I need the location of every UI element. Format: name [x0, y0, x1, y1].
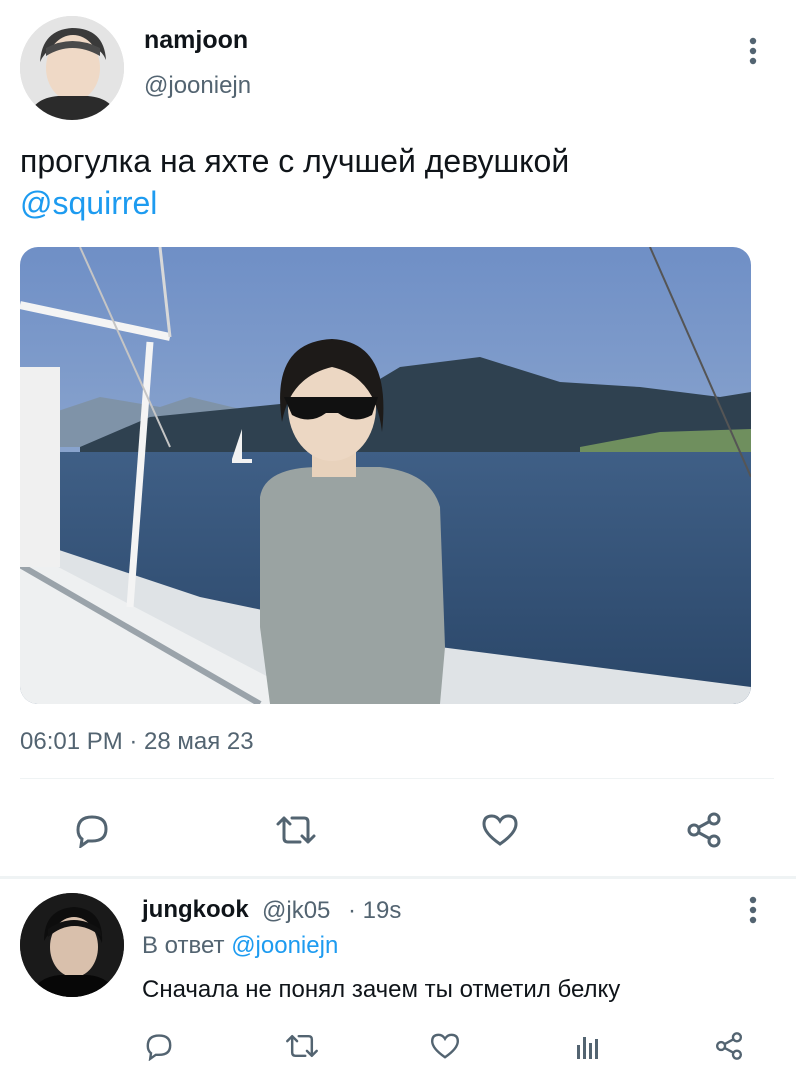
like-icon[interactable]: [426, 1028, 464, 1064]
retweet-icon[interactable]: [274, 810, 318, 850]
share-icon[interactable]: [682, 810, 726, 850]
tweet-timestamp: 06:01 PM · 28 мая 23: [20, 728, 254, 755]
author-handle[interactable]: @jooniejn: [144, 72, 251, 100]
author-name[interactable]: namjoon: [144, 26, 248, 55]
reply-prefix: В ответ: [142, 932, 225, 959]
reply-author-handle[interactable]: @jk05: [262, 897, 330, 925]
reply-text: Сначала не понял зачем ты отметил белку: [142, 976, 621, 1003]
reply-icon[interactable]: [140, 1028, 178, 1064]
reply-author-name[interactable]: jungkook: [142, 896, 249, 924]
more-vertical-icon[interactable]: [738, 893, 768, 927]
reply-context: В ответ @jooniejn: [142, 932, 338, 960]
analytics-icon[interactable]: [570, 1028, 606, 1064]
share-icon[interactable]: [710, 1028, 748, 1064]
tweet-text: прогулка на яхте с лучшей девушкой: [20, 143, 570, 179]
reply-to-link[interactable]: @jooniejn: [231, 932, 338, 959]
tweet-photo[interactable]: [20, 247, 751, 704]
avatar[interactable]: [20, 893, 124, 997]
more-vertical-icon[interactable]: [738, 34, 768, 68]
retweet-icon[interactable]: [282, 1028, 322, 1064]
reply-icon[interactable]: [70, 810, 114, 850]
avatar[interactable]: [20, 16, 124, 120]
section-separator: [0, 876, 796, 879]
mention-link[interactable]: @squirrel: [20, 182, 157, 224]
divider: [20, 778, 774, 779]
like-icon[interactable]: [478, 810, 522, 850]
reply-time[interactable]: · 19s: [348, 897, 401, 925]
